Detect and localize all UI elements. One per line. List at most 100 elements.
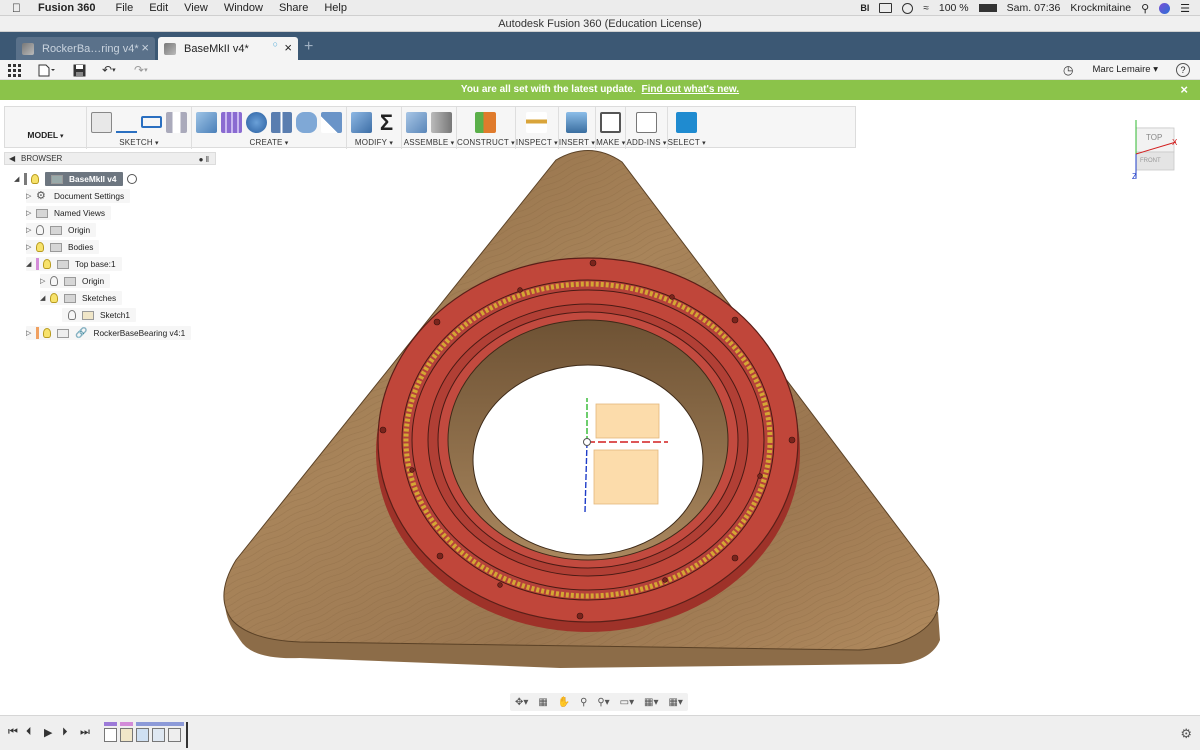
collapse-browser-icon[interactable]: ◀ xyxy=(9,153,15,164)
visibility-bulb-icon[interactable] xyxy=(43,328,51,338)
timeline-sketch-icon[interactable] xyxy=(120,728,133,742)
tree-item-named-views[interactable]: ▷ Named Views xyxy=(26,206,112,220)
tree-item-bodies[interactable]: ▷ Bodies xyxy=(26,240,100,254)
help-icon[interactable]: ? xyxy=(1176,63,1190,77)
wifi-icon[interactable]: ≈ xyxy=(923,3,929,14)
redo-icon[interactable]: ↷ ▾ xyxy=(134,62,148,78)
press-pull-icon[interactable] xyxy=(351,111,372,133)
menu-help[interactable]: Help xyxy=(324,2,347,14)
expand-triangle-icon[interactable]: ▷ xyxy=(26,192,36,200)
scripts-icon[interactable] xyxy=(636,111,658,133)
tree-item-sketch1[interactable]: Sketch1 xyxy=(62,308,136,322)
expand-triangle-icon[interactable]: ◢ xyxy=(40,294,50,302)
visibility-bulb-icon[interactable] xyxy=(68,310,76,320)
step-back-icon[interactable]: ⏴ xyxy=(26,726,32,739)
joint-icon[interactable] xyxy=(431,111,452,133)
pan-hand-icon[interactable]: ✋ xyxy=(558,697,570,708)
browser-header[interactable]: ◀ BROWSER ● ‖ xyxy=(4,152,216,165)
expand-triangle-icon[interactable]: ◢ xyxy=(26,260,36,268)
addins-menu[interactable]: ADD-INS xyxy=(626,138,666,147)
extrude-icon[interactable] xyxy=(196,111,217,133)
orbit-icon[interactable]: ✥▾ xyxy=(515,697,528,708)
timeline-extrude-icon[interactable] xyxy=(136,728,149,742)
timeline-settings-gear-icon[interactable]: ⚙ xyxy=(1180,726,1192,742)
modify-menu[interactable]: MODIFY xyxy=(355,138,393,147)
menu-window[interactable]: Window xyxy=(224,2,263,14)
select-icon[interactable] xyxy=(676,111,698,133)
zoom-icon[interactable]: ⚲ xyxy=(580,697,587,708)
timeline-component-icon[interactable] xyxy=(104,728,117,742)
new-tab-icon[interactable]: + xyxy=(304,39,320,55)
step-forward-icon[interactable]: ⏵ xyxy=(62,726,68,739)
look-at-icon[interactable]: ▦ xyxy=(538,697,547,708)
tab-rockerbearing[interactable]: RockerBa…ring v4* × xyxy=(16,37,155,60)
go-to-start-icon[interactable]: ⏮ xyxy=(8,726,18,739)
expand-triangle-icon[interactable]: ▷ xyxy=(26,243,36,251)
expand-triangle-icon[interactable]: ▷ xyxy=(26,329,36,337)
menu-clock[interactable]: Sam. 07:36 xyxy=(1007,2,1061,14)
insert-menu[interactable]: INSERT xyxy=(559,138,595,147)
rectangle-icon[interactable] xyxy=(141,116,162,128)
workspace-switcher[interactable]: MODEL xyxy=(5,107,87,149)
grid-settings-icon[interactable]: ▦▾ xyxy=(644,697,658,708)
timeline-marker[interactable] xyxy=(186,722,188,748)
new-component-icon[interactable] xyxy=(406,111,427,133)
go-to-end-icon[interactable]: ⏭ xyxy=(80,726,90,739)
display-settings-icon[interactable]: ▭▾ xyxy=(620,697,634,708)
fillet-shape-icon[interactable] xyxy=(296,111,317,133)
measure-icon[interactable] xyxy=(526,111,548,133)
print-3d-icon[interactable] xyxy=(600,111,622,133)
siri-icon[interactable] xyxy=(1159,2,1171,14)
pattern-icon[interactable] xyxy=(221,111,242,133)
insert-image-icon[interactable] xyxy=(566,111,588,133)
visibility-bulb-icon[interactable] xyxy=(36,242,44,252)
menu-file[interactable]: File xyxy=(115,2,133,14)
visibility-bulb-icon[interactable] xyxy=(36,225,44,235)
play-icon[interactable]: ▶ xyxy=(44,726,52,739)
timeline-joint-icon[interactable] xyxy=(168,728,181,742)
close-tab-icon[interactable]: × xyxy=(141,40,149,55)
user-account-menu[interactable]: Marc Lemaire ▾ xyxy=(1093,64,1159,75)
menu-user[interactable]: Krockmitaine xyxy=(1070,2,1131,14)
undo-icon[interactable]: ↶ ▾ xyxy=(102,62,116,78)
viewcube[interactable]: TOP FRONT X Z xyxy=(1130,112,1180,182)
tree-item-top-base-origin[interactable]: ▷ Origin xyxy=(40,274,111,288)
make-menu[interactable]: MAKE xyxy=(596,138,625,147)
create-menu[interactable]: CREATE xyxy=(250,138,289,147)
assemble-menu[interactable]: ASSEMBLE xyxy=(404,138,455,147)
airplay-icon[interactable] xyxy=(879,3,893,13)
close-tab-icon[interactable]: × xyxy=(284,40,292,55)
move-icon[interactable] xyxy=(246,111,267,133)
select-menu[interactable]: SELECT xyxy=(668,138,706,147)
construct-menu[interactable]: CONSTRUCT xyxy=(457,138,515,147)
viewcube-front-face[interactable]: FRONT xyxy=(1140,158,1161,164)
expand-triangle-icon[interactable]: ▷ xyxy=(26,226,36,234)
spotlight-search-icon[interactable]: ⚲ xyxy=(1141,2,1149,15)
create-sketch-icon[interactable] xyxy=(91,111,112,133)
tree-item-document-settings[interactable]: ▷ ⚙ Document Settings xyxy=(26,189,131,203)
save-icon[interactable] xyxy=(73,62,86,78)
visibility-bulb-icon[interactable] xyxy=(50,293,58,303)
sum-icon[interactable]: Σ xyxy=(376,111,397,133)
activate-radio-icon[interactable] xyxy=(126,174,137,184)
fit-icon[interactable]: ⚲▾ xyxy=(597,697,609,708)
viewcube-top-face[interactable]: TOP xyxy=(1146,133,1162,142)
notification-center-icon[interactable]: ☰ xyxy=(1180,2,1190,15)
apple-menu-icon[interactable]:  xyxy=(12,1,28,15)
file-menu-icon[interactable] xyxy=(38,62,56,78)
viewports-icon[interactable]: ▦▾ xyxy=(668,697,682,708)
visibility-bulb-icon[interactable] xyxy=(31,174,39,184)
inspect-menu[interactable]: INSPECT xyxy=(516,138,558,147)
tree-root-row[interactable]: ◢ BaseMkII v4 xyxy=(14,172,143,186)
tree-item-basemkii[interactable]: BaseMkII v4 xyxy=(45,172,123,186)
whats-new-link[interactable]: Find out what's new. xyxy=(642,84,740,95)
battery-icon[interactable] xyxy=(978,4,997,12)
close-banner-icon[interactable]: × xyxy=(1180,80,1188,100)
visibility-bulb-icon[interactable] xyxy=(43,259,51,269)
sketch-menu[interactable]: SKETCH xyxy=(119,138,159,147)
mirror-icon[interactable] xyxy=(271,111,292,133)
timeline-body-icon[interactable] xyxy=(152,728,165,742)
tab-basemkii[interactable]: BaseMkII v4* ○ × xyxy=(158,37,298,60)
expand-triangle-icon[interactable]: ▷ xyxy=(40,277,50,285)
battery-percent[interactable]: 100 % xyxy=(939,2,969,14)
